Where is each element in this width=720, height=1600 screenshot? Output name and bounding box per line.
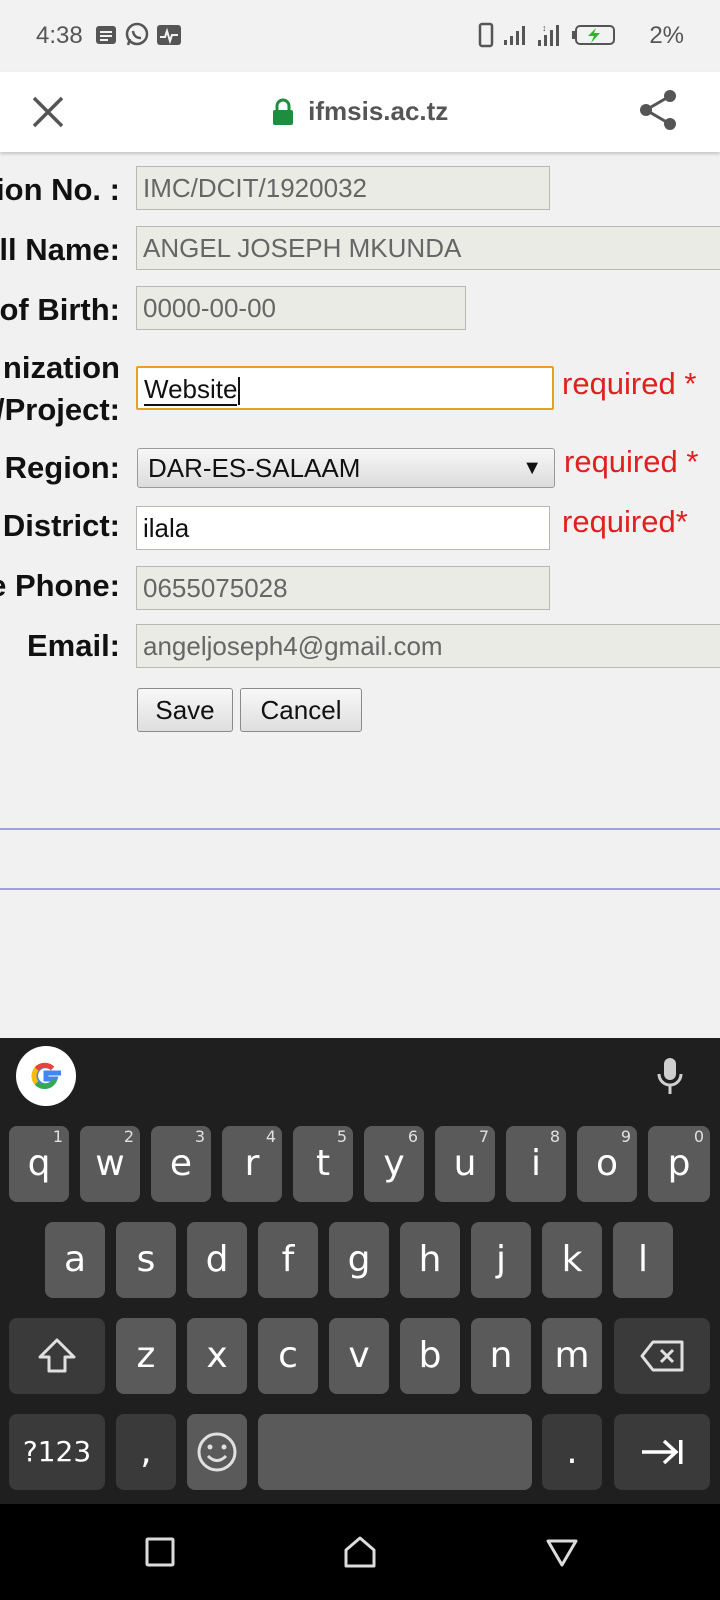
key-t[interactable]: t5	[293, 1126, 353, 1202]
divider	[0, 888, 720, 890]
key-x[interactable]: x	[187, 1318, 247, 1394]
comma-key[interactable]: ,	[116, 1414, 176, 1490]
label-email: Email:	[26, 628, 120, 663]
label-organization-line1: nization	[2, 350, 120, 385]
key-h[interactable]: h	[400, 1222, 460, 1298]
backspace-icon	[640, 1340, 684, 1372]
status-bar: 4:38 ↕ 2%	[0, 0, 720, 72]
key-z[interactable]: z	[116, 1318, 176, 1394]
backspace-key[interactable]	[614, 1318, 710, 1394]
key-p[interactable]: p0	[648, 1126, 710, 1202]
soft-keyboard: q1 w2 e3 r4 t5 y6 u7 i8 o9 p0 a s d f g …	[0, 1038, 720, 1504]
microphone-icon[interactable]	[656, 1056, 684, 1096]
date-of-birth-field: 0000-00-00	[136, 286, 466, 330]
key-o[interactable]: o9	[577, 1126, 637, 1202]
emoji-icon	[197, 1432, 237, 1472]
signal-icon	[504, 26, 525, 45]
label-mobile-phone: e Phone:	[0, 568, 120, 603]
key-r[interactable]: r4	[222, 1126, 282, 1202]
next-key[interactable]	[614, 1414, 710, 1490]
space-key[interactable]	[258, 1414, 532, 1490]
home-icon[interactable]	[342, 1534, 378, 1570]
url-text: ifmsis.ac.tz	[308, 96, 449, 126]
browser-toolbar: ifmsis.ac.tz	[0, 72, 720, 152]
mobile-phone-field: 0655075028	[136, 566, 550, 610]
full-name-field: ANGEL JOSEPH MKUNDA	[136, 226, 720, 270]
signal2-icon: ↕	[538, 23, 559, 46]
key-s[interactable]: s	[116, 1222, 176, 1298]
key-y[interactable]: y6	[364, 1126, 424, 1202]
key-m[interactable]: m	[542, 1318, 602, 1394]
url-bar[interactable]: ifmsis.ac.tz	[0, 96, 720, 127]
region-select[interactable]: DAR-ES-SALAAM ▼	[137, 448, 555, 488]
notification-icons	[94, 22, 182, 48]
share-icon[interactable]	[636, 88, 680, 132]
key-g[interactable]: g	[329, 1222, 389, 1298]
label-date-of-birth: of Birth:	[0, 292, 120, 327]
profile-form: ion No. : IMC/DCIT/1920032 ll Name: ANGE…	[0, 152, 720, 1032]
activity-icon	[157, 25, 181, 45]
emoji-key[interactable]	[187, 1414, 247, 1490]
required-indicator: required *	[564, 444, 699, 479]
key-k[interactable]: k	[542, 1222, 602, 1298]
dropdown-arrow-icon: ▼	[522, 457, 542, 479]
registration-no-field: IMC/DCIT/1920032	[136, 166, 550, 210]
shift-key[interactable]	[9, 1318, 105, 1394]
back-icon[interactable]	[544, 1534, 580, 1570]
key-i[interactable]: i8	[506, 1126, 566, 1202]
region-selected-value: DAR-ES-SALAAM	[148, 453, 361, 483]
label-full-name: ll Name:	[0, 232, 120, 267]
text-caret	[238, 377, 241, 406]
key-v[interactable]: v	[329, 1318, 389, 1394]
notes-icon	[96, 26, 116, 44]
key-e[interactable]: e3	[151, 1126, 211, 1202]
required-indicator: required *	[562, 366, 697, 401]
key-w[interactable]: w2	[80, 1126, 140, 1202]
tab-next-icon	[642, 1439, 683, 1465]
organization-project-input[interactable]: Website	[136, 366, 554, 410]
key-d[interactable]: d	[187, 1222, 247, 1298]
key-a[interactable]: a	[45, 1222, 105, 1298]
label-registration-no: ion No. :	[0, 172, 120, 207]
save-button[interactable]: Save	[137, 688, 233, 732]
system-icons: ↕	[478, 22, 616, 48]
google-icon[interactable]	[16, 1046, 76, 1106]
keyboard-toolbar	[0, 1038, 720, 1120]
key-j[interactable]: j	[471, 1222, 531, 1298]
recents-icon[interactable]	[142, 1534, 178, 1570]
lock-icon	[272, 98, 293, 125]
cancel-button[interactable]: Cancel	[240, 688, 362, 732]
key-b[interactable]: b	[400, 1318, 460, 1394]
key-q[interactable]: q1	[9, 1126, 69, 1202]
key-n[interactable]: n	[471, 1318, 531, 1394]
label-district: District:	[2, 508, 120, 543]
divider	[0, 828, 720, 830]
district-input[interactable]: ilala	[136, 506, 550, 550]
status-time: 4:38	[36, 22, 83, 49]
email-field: angeljoseph4@gmail.com	[136, 624, 720, 668]
shift-icon	[38, 1338, 76, 1373]
label-region: Region:	[4, 450, 120, 485]
svg-text:↕: ↕	[542, 23, 547, 33]
whatsapp-icon	[125, 22, 149, 46]
required-indicator: required*	[562, 504, 688, 539]
key-f[interactable]: f	[258, 1222, 318, 1298]
phone-icon	[478, 22, 494, 48]
navigation-bar	[0, 1504, 720, 1600]
key-l[interactable]: l	[613, 1222, 673, 1298]
key-c[interactable]: c	[258, 1318, 318, 1394]
battery-percent: 2%	[649, 22, 684, 49]
battery-charging-icon	[572, 25, 615, 45]
organization-project-value: Website	[144, 374, 238, 406]
symbols-key[interactable]: ?123	[9, 1414, 105, 1490]
period-key[interactable]: .	[542, 1414, 602, 1490]
key-u[interactable]: u7	[435, 1126, 495, 1202]
label-organization-line2: /Project:	[0, 392, 120, 427]
